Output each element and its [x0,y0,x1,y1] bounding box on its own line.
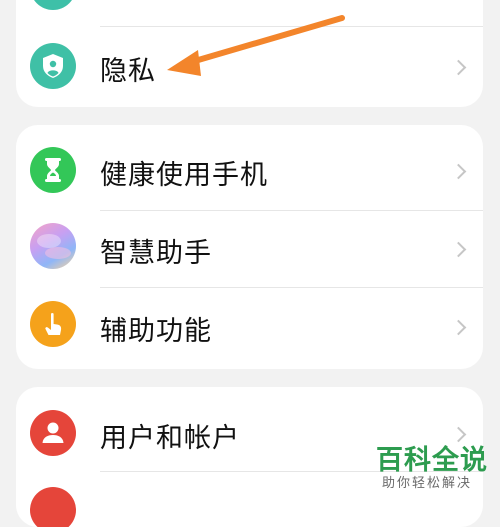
privacy-shield-icon [30,43,76,89]
chevron-right-icon [450,319,467,336]
settings-group-1: 隐私 [16,0,483,107]
partial-red-icon [30,487,76,527]
user-account-icon [30,410,76,456]
chevron-right-icon [450,241,467,258]
chevron-right-icon [450,163,467,180]
settings-item-digital-balance-label: 健康使用手机 [100,160,268,191]
settings-item-accessibility-label: 辅助功能 [100,316,212,347]
smart-assistant-icon [30,223,76,269]
settings-item-privacy[interactable]: 隐私 [16,27,483,107]
settings-item-digital-balance[interactable]: 健康使用手机 [16,131,483,211]
chevron-right-icon [450,59,467,76]
settings-group-2: 健康使用手机 智慧助手 辅助功能 [16,125,483,369]
settings-item-privacy-label: 隐私 [100,56,156,87]
settings-item-smart-assistant-label: 智慧助手 [100,238,212,269]
settings-item-smart-assistant[interactable]: 智慧助手 [16,210,483,290]
settings-item-accessibility[interactable]: 辅助功能 [16,287,483,367]
watermark-logo: 百科全说 助你轻松解决 [368,436,494,494]
settings-item-users-accounts-label: 用户和帐户 [100,423,240,454]
hourglass-icon [30,147,76,193]
hand-tap-icon [30,301,76,347]
partial-teal-icon [30,0,76,10]
watermark-subtitle: 助你轻松解决 [382,476,473,491]
